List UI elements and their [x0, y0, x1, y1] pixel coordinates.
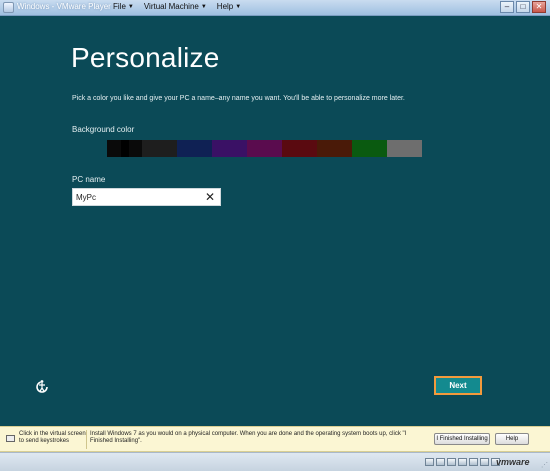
- chevron-down-icon: ▼: [235, 3, 242, 10]
- hint-bar: Click in the virtual screen to send keys…: [0, 426, 550, 452]
- color-swatch[interactable]: [177, 140, 212, 157]
- sound-icon[interactable]: [480, 458, 489, 466]
- hint-keystrokes-text: Click in the virtual screen to send keys…: [19, 431, 86, 444]
- divider: [86, 430, 87, 449]
- hard-disk-icon[interactable]: [425, 458, 434, 466]
- page-description: Pick a color you like and give your PC a…: [72, 95, 405, 102]
- page-title: Personalize: [71, 42, 220, 73]
- background-color-swatches: [72, 140, 422, 157]
- pc-name-field: ✕: [72, 188, 221, 206]
- menu-virtual-machine-label: Virtual Machine: [143, 2, 199, 11]
- vmware-app-icon: [3, 2, 14, 13]
- minimize-icon[interactable]: –: [500, 1, 514, 13]
- finished-installing-button[interactable]: I Finished Installing: [434, 433, 490, 445]
- chevron-down-icon: ▼: [200, 3, 207, 10]
- title-bar: Windows - VMware Player File ▼ Virtual Ma…: [0, 0, 550, 16]
- window-controls: – □ ✕: [500, 1, 546, 13]
- color-swatch[interactable]: [142, 140, 177, 157]
- virtual-machine-screen[interactable]: Personalize Pick a color you like and gi…: [0, 16, 550, 425]
- background-color-label: Background color: [72, 125, 135, 134]
- color-swatch[interactable]: [107, 140, 142, 157]
- menu-help-label: Help: [216, 2, 234, 11]
- status-bar: vmware ⋰: [0, 452, 550, 471]
- menu-file-label: File: [113, 2, 126, 11]
- chevron-down-icon: ▼: [127, 3, 134, 10]
- close-icon[interactable]: ✕: [532, 1, 546, 13]
- menu-help[interactable]: Help ▼: [217, 2, 241, 11]
- menu-file[interactable]: File ▼: [113, 2, 134, 11]
- usb-icon[interactable]: [469, 458, 478, 466]
- floppy-icon[interactable]: [447, 458, 456, 466]
- color-swatch[interactable]: [387, 140, 422, 157]
- clear-icon[interactable]: ✕: [204, 190, 216, 204]
- color-swatch[interactable]: [247, 140, 282, 157]
- window-title: Windows - VMware Player: [17, 2, 111, 11]
- help-button[interactable]: Help: [495, 433, 529, 445]
- hint-install-text: Install Windows 7 as you would on a phys…: [90, 431, 407, 444]
- device-icons: [425, 458, 500, 466]
- network-icon[interactable]: [458, 458, 467, 466]
- color-swatch[interactable]: [317, 140, 352, 157]
- next-button[interactable]: Next: [434, 376, 482, 395]
- menu-virtual-machine[interactable]: Virtual Machine ▼: [144, 2, 207, 11]
- color-swatch[interactable]: [282, 140, 317, 157]
- color-swatch[interactable]: [352, 140, 387, 157]
- color-swatch[interactable]: [212, 140, 247, 157]
- menu-bar: File ▼ Virtual Machine ▼ Help ▼: [113, 2, 241, 11]
- maximize-icon[interactable]: □: [516, 1, 530, 13]
- vmware-logo: vmware: [496, 457, 530, 467]
- ease-of-access-icon[interactable]: [34, 379, 50, 395]
- color-swatch[interactable]: [72, 140, 107, 157]
- pc-name-label: PC name: [72, 175, 106, 184]
- resize-grip-icon[interactable]: ⋰: [541, 461, 548, 469]
- cd-drive-icon[interactable]: [436, 458, 445, 466]
- pc-name-input[interactable]: [76, 189, 196, 205]
- keyboard-icon: [6, 435, 15, 442]
